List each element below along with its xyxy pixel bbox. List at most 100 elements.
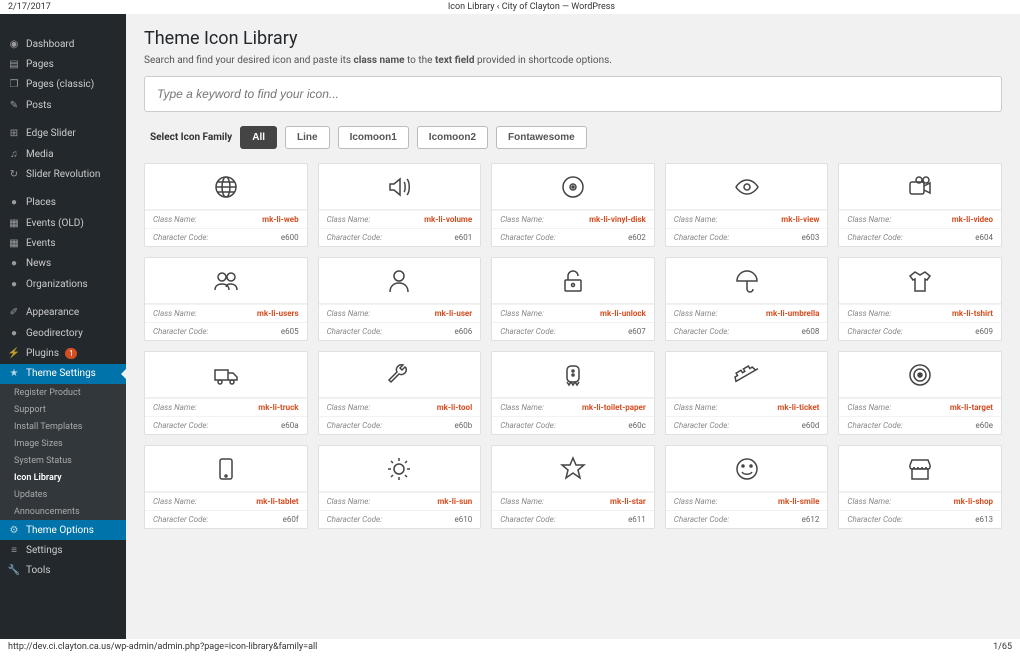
filter-all[interactable]: All xyxy=(240,126,277,149)
icon-card-mk-li-volume[interactable]: Class Name:mk-li-volume Character Code:e… xyxy=(318,163,482,247)
filter-line[interactable]: Line xyxy=(285,126,330,149)
star-icon: ★ xyxy=(8,368,20,380)
icon-card-mk-li-user[interactable]: Class Name:mk-li-user Character Code:e60… xyxy=(318,257,482,341)
icon-card-mk-li-users[interactable]: Class Name: mk-li-users Character Code: e6… xyxy=(144,257,308,341)
icon-card-mk-li-video[interactable]: Class Name:mk-li-video Character Code:e6… xyxy=(838,163,1002,247)
sidebar-item-theme-options[interactable]: ⚙Theme Options xyxy=(0,520,126,540)
code-value: e60b xyxy=(454,421,472,430)
class-value: mk-li-users xyxy=(257,309,299,318)
sidebar-item-geodirectory[interactable]: ●Geodirectory xyxy=(0,323,126,343)
class-label: Class Name: xyxy=(153,215,197,224)
gear-icon: ⚙ xyxy=(8,524,20,536)
sidebar-sub-image-sizes[interactable]: Image Sizes xyxy=(0,435,126,452)
sidebar-sub-system-status[interactable]: System Status xyxy=(0,452,126,469)
sidebar-item-organizations[interactable]: ●Organizations xyxy=(0,274,126,294)
sidebar-item-theme-settings[interactable]: ★Theme Settings xyxy=(0,364,126,384)
umbrella-icon xyxy=(666,258,828,304)
sidebar-item-settings[interactable]: ≡ Settings xyxy=(0,540,126,560)
code-label: Character Code: xyxy=(500,421,555,430)
icon-card-mk-li-sun[interactable]: Class Name:mk-li-sun Character Code:e610 xyxy=(318,445,482,529)
admin-sidebar: ◉ Dashboard ▤Pages ❐ Pages (classic) ✎Posts ⊞E… xyxy=(0,14,126,639)
sidebar-label: Dashboard xyxy=(26,39,74,50)
filter-fontawesome[interactable]: Fontawesome xyxy=(496,126,587,149)
sidebar-item-plugins[interactable]: ⚡Plugins1 xyxy=(0,343,126,363)
icon-card-mk-li-toilet-paper[interactable]: Class Name:mk-li-toilet-paper Character … xyxy=(491,351,655,435)
sidebar-label: News xyxy=(26,258,51,269)
code-value: e606 xyxy=(454,327,472,336)
globe-icon xyxy=(145,164,307,210)
class-value: mk-li-smile xyxy=(778,497,819,506)
sidebar-sub-install-templates[interactable]: Install Templates xyxy=(0,418,126,435)
class-value: mk-li-umbrella xyxy=(766,309,819,318)
icon-card-mk-li-vinyl-disk[interactable]: Class Name:mk-li-vinyl-disk Character Co… xyxy=(491,163,655,247)
icon-card-mk-li-tool[interactable]: Class Name:mk-li-tool Character Code:e60… xyxy=(318,351,482,435)
sidebar-item-edge-slider[interactable]: ⊞Edge Slider xyxy=(0,124,126,144)
page-description: Search and find your desired icon and pa… xyxy=(144,55,1002,66)
sidebar-sub-icon-library[interactable]: Icon Library xyxy=(0,469,126,486)
filter-icomoon2[interactable]: Icomoon2 xyxy=(417,126,488,149)
sidebar-label: Settings xyxy=(26,545,63,556)
filter-label: Select Icon Family xyxy=(150,132,232,143)
disk-icon xyxy=(492,164,654,210)
pages-icon: ❐ xyxy=(8,79,20,91)
sliders-icon: ≡ xyxy=(8,545,20,557)
sidebar-sub-support[interactable]: Support xyxy=(0,401,126,418)
class-value: mk-li-star xyxy=(610,497,646,506)
class-value: mk-li-tshirt xyxy=(952,309,993,318)
code-label: Character Code: xyxy=(327,233,382,242)
icon-card-mk-li-shop[interactable]: Class Name:mk-li-shop Character Code:e61… xyxy=(838,445,1002,529)
icon-card-mk-li-view[interactable]: Class Name:mk-li-view Character Code:e60… xyxy=(665,163,829,247)
code-value: e607 xyxy=(628,327,646,336)
star-icon xyxy=(492,446,654,492)
icon-card-mk-li-star[interactable]: Class Name:mk-li-star Character Code:e61… xyxy=(491,445,655,529)
sidebar-item-pages[interactable]: ▤Pages xyxy=(0,54,126,74)
smile-icon xyxy=(666,446,828,492)
sidebar-item-media[interactable]: ♫Media xyxy=(0,144,126,164)
sidebar-label: Appearance xyxy=(26,307,79,318)
class-value: mk-li-unlock xyxy=(600,309,646,318)
class-value: mk-li-truck xyxy=(258,403,298,412)
class-label: Class Name: xyxy=(153,403,197,412)
class-label: Class Name: xyxy=(674,497,718,506)
class-label: Class Name: xyxy=(500,309,544,318)
icon-card-mk-li-tablet[interactable]: Class Name:mk-li-tablet Character Code:e… xyxy=(144,445,308,529)
search-input[interactable] xyxy=(144,76,1002,112)
code-value: e611 xyxy=(628,515,646,524)
sidebar-item-slider-revolution[interactable]: ↻Slider Revolution xyxy=(0,164,126,184)
code-value: e605 xyxy=(281,327,299,336)
sidebar-item-dashboard[interactable]: ◉ Dashboard xyxy=(0,34,126,54)
filter-icomoon1[interactable]: Icomoon1 xyxy=(338,126,409,149)
paper-icon xyxy=(492,352,654,398)
sidebar-sub-announcements[interactable]: Announcements xyxy=(0,503,126,520)
sidebar-label: Slider Revolution xyxy=(26,169,100,180)
sidebar-item-events-old-[interactable]: ▦Events (OLD) xyxy=(0,213,126,233)
dot-icon: ● xyxy=(8,327,20,339)
code-label: Character Code: xyxy=(847,421,902,430)
icon-card-mk-li-tshirt[interactable]: Class Name:mk-li-tshirt Character Code:e… xyxy=(838,257,1002,341)
truck-icon xyxy=(145,352,307,398)
sidebar-item-news[interactable]: ●News xyxy=(0,254,126,274)
class-label: Class Name: xyxy=(674,403,718,412)
sidebar-item-events[interactable]: ▦Events xyxy=(0,233,126,253)
sidebar-sub-updates[interactable]: Updates xyxy=(0,486,126,503)
sidebar-sub-register-product[interactable]: Register Product xyxy=(0,384,126,401)
sidebar-item-posts[interactable]: ✎Posts xyxy=(0,95,126,115)
class-label: Class Name: xyxy=(153,309,197,318)
icon-card-mk-li-unlock[interactable]: Class Name:mk-li-unlock Character Code:e… xyxy=(491,257,655,341)
icon-card-mk-li-ticket[interactable]: Class Name:mk-li-ticket Character Code:e… xyxy=(665,351,829,435)
icon-card-mk-li-smile[interactable]: Class Name:mk-li-smile Character Code:e6… xyxy=(665,445,829,529)
sidebar-item-places[interactable]: ●Places xyxy=(0,193,126,213)
code-label: Character Code: xyxy=(153,327,208,336)
icon-grid: Class Name:mk-li-web Character Code:e600… xyxy=(144,163,1002,529)
print-footer: http://dev.ci.clayton.ca.us/wp-admin/adm… xyxy=(0,639,1020,655)
sidebar-item-pages-classic-[interactable]: ❐ Pages (classic) xyxy=(0,75,126,95)
gauge-icon: ◉ xyxy=(8,38,20,50)
icon-card-mk-li-target[interactable]: Class Name:mk-li-target Character Code:e… xyxy=(838,351,1002,435)
video-icon xyxy=(839,164,1001,210)
icon-card-mk-li-umbrella[interactable]: Class Name:mk-li-umbrella Character Code… xyxy=(665,257,829,341)
sidebar-item-tools[interactable]: 🔧Tools xyxy=(0,561,126,581)
sidebar-item-appearance[interactable]: ✐Appearance xyxy=(0,303,126,323)
sidebar-label: Pages (classic) xyxy=(26,79,94,90)
icon-card-mk-li-truck[interactable]: Class Name:mk-li-truck Character Code:e6… xyxy=(144,351,308,435)
icon-card-mk-li-web[interactable]: Class Name:mk-li-web Character Code:e600 xyxy=(144,163,308,247)
